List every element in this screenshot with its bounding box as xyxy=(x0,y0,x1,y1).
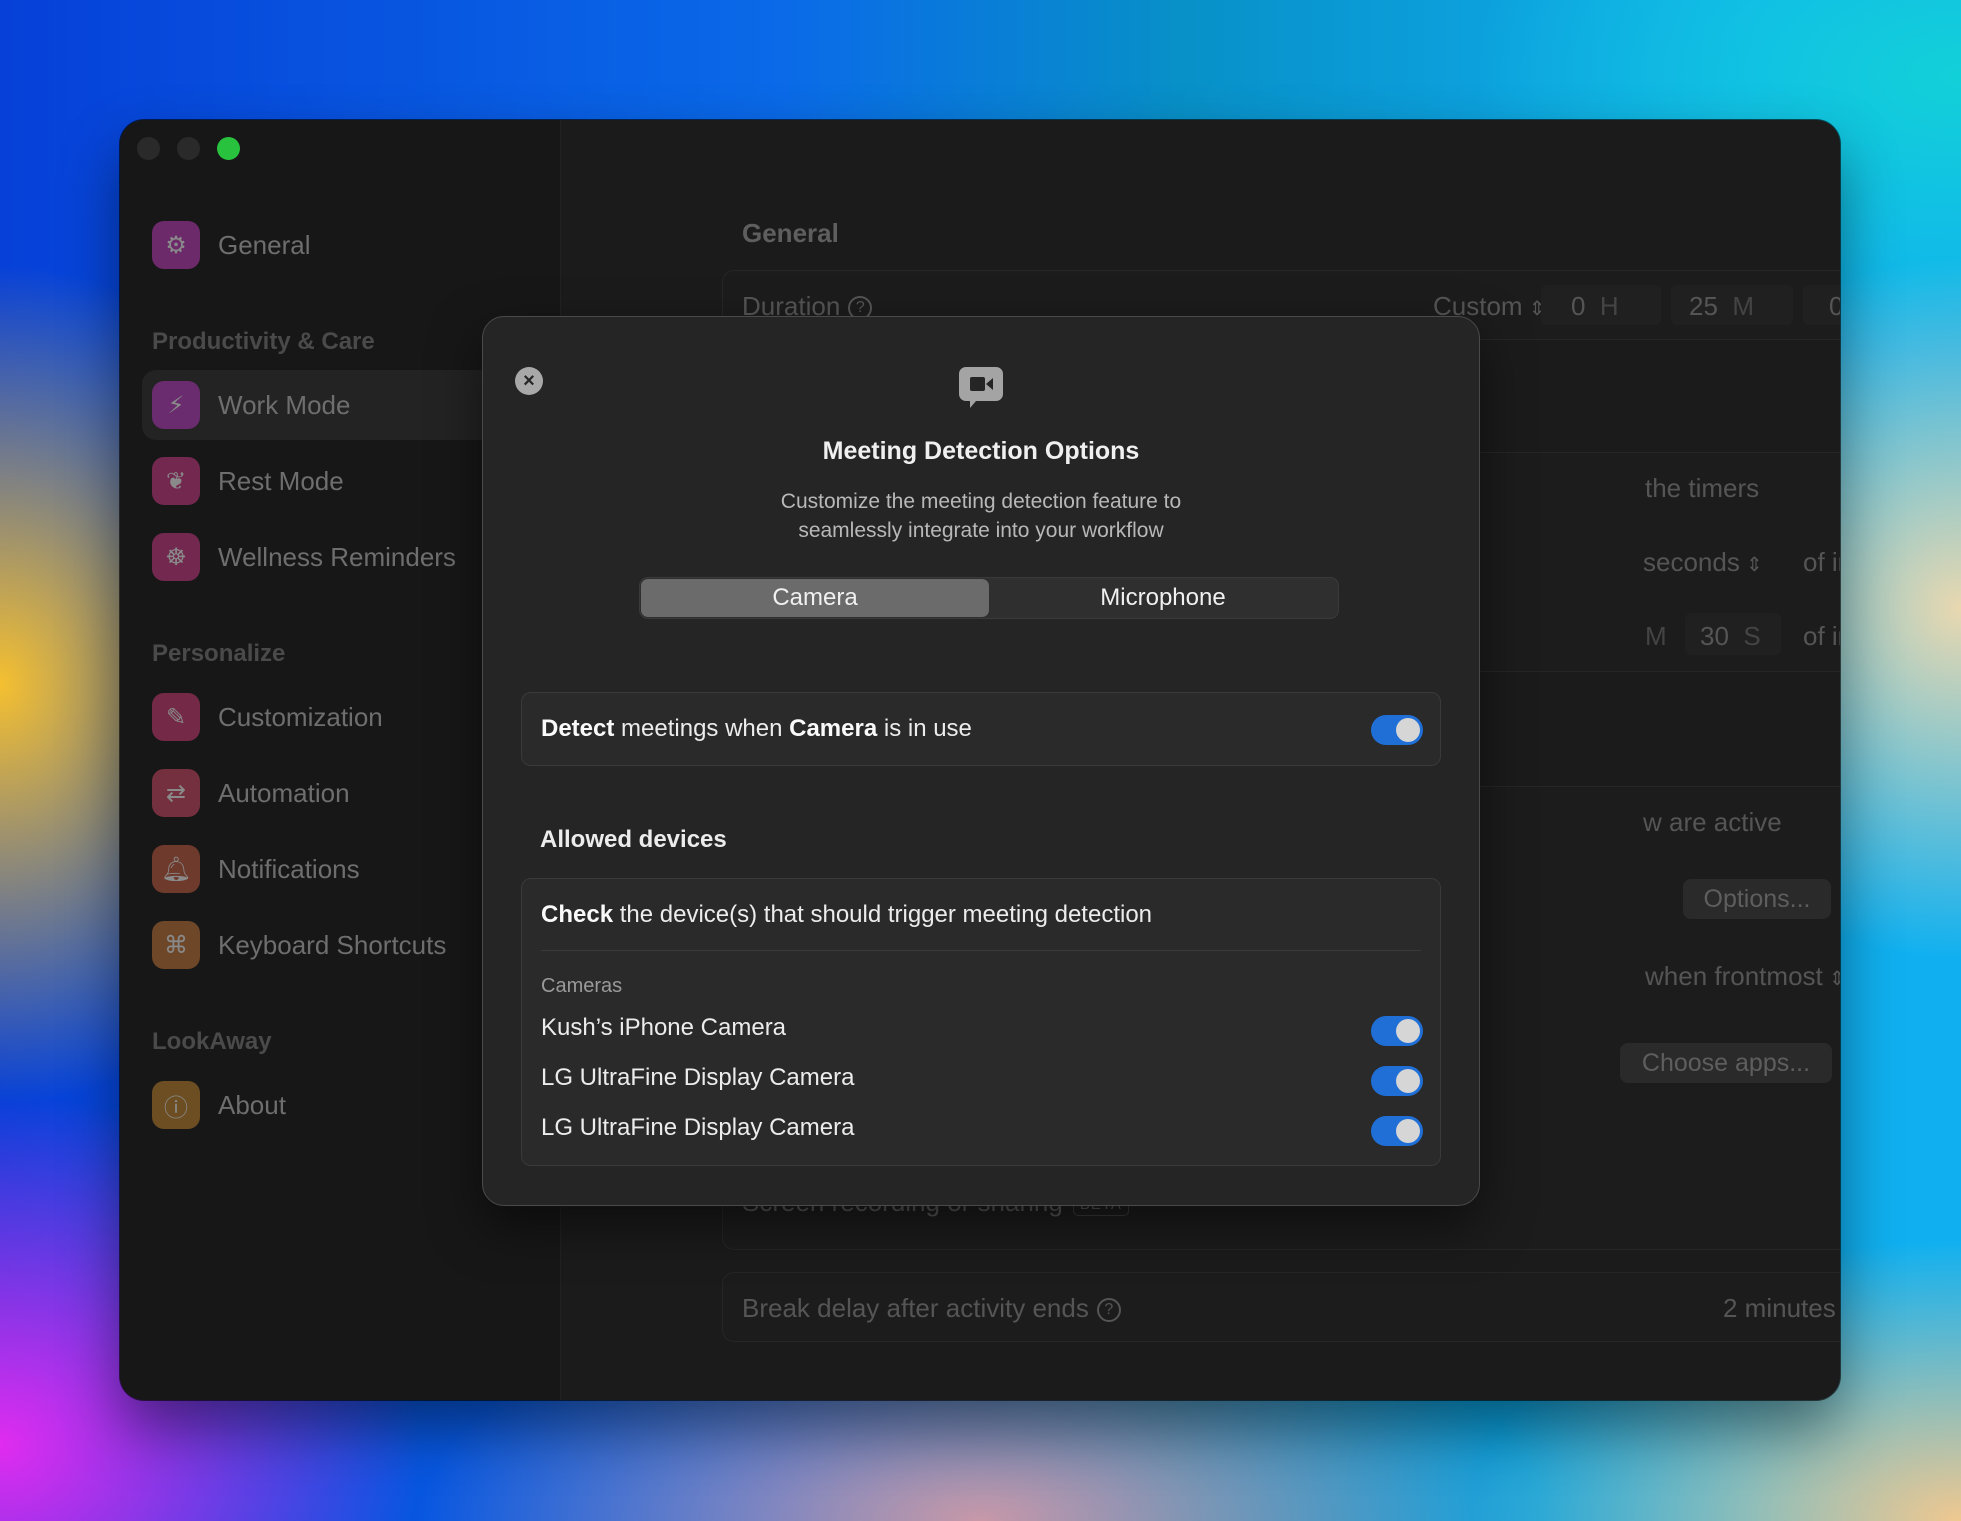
source-segmented-control: Camera Microphone xyxy=(639,577,1339,619)
allowed-devices-card: Check the device(s) that should trigger … xyxy=(521,878,1441,1166)
device-toggle[interactable] xyxy=(1371,1066,1423,1096)
paintbrush-icon: ✎ xyxy=(152,693,200,741)
stepper-icon: ⇕ xyxy=(1745,554,1763,576)
tab-microphone[interactable]: Microphone xyxy=(989,579,1337,617)
help-icon[interactable]: ? xyxy=(1096,1298,1121,1323)
detect-camera-toggle[interactable] xyxy=(1371,715,1423,745)
repeat-icon: ⇄ xyxy=(152,769,200,817)
window-zoom-button[interactable] xyxy=(217,137,240,160)
device-name: Kush’s iPhone Camera xyxy=(541,1014,787,1041)
cameras-group-label: Cameras xyxy=(541,975,623,997)
window-minimize-button[interactable] xyxy=(177,137,200,160)
sidebar-section-header: Personalize xyxy=(152,640,286,667)
tab-camera[interactable]: Camera xyxy=(641,579,989,617)
allowed-devices-title: Allowed devices xyxy=(540,826,727,853)
leaf-icon: ❦ xyxy=(152,457,200,505)
device-toggle[interactable] xyxy=(1371,1016,1423,1046)
device-name: LG UltraFine Display Camera xyxy=(541,1064,855,1091)
video-chat-icon xyxy=(959,367,1003,408)
bolt-icon: ⚡ xyxy=(152,381,200,429)
choose-apps-button[interactable]: Choose apps... xyxy=(1620,1043,1832,1083)
dialog-title: Meeting Detection Options xyxy=(822,437,1140,465)
info-icon: ⓘ xyxy=(152,1081,200,1129)
meeting-detection-dialog: × Meeting Detection Options Customize th… xyxy=(482,316,1480,1206)
close-icon[interactable]: × xyxy=(515,367,543,395)
sidebar-section-header: Productivity & Care xyxy=(152,328,375,355)
device-toggle[interactable] xyxy=(1371,1116,1423,1146)
detect-camera-card: Detect meetings when Camera is in use xyxy=(521,692,1441,766)
break-delay-card: Break delay after activity ends? 2 minut… xyxy=(722,1272,1840,1342)
sidebar-section-header: LookAway xyxy=(152,1028,272,1055)
bell-icon: 🔔︎ xyxy=(152,845,200,893)
window-close-button[interactable] xyxy=(137,137,160,160)
options-button[interactable]: Options... xyxy=(1683,879,1831,919)
break-delay-select[interactable]: 2 minutes⇕ xyxy=(1723,1293,1840,1324)
section-title: General xyxy=(742,218,839,248)
stepper-icon: ⇕ xyxy=(1828,968,1840,990)
meditation-icon: ☸ xyxy=(152,533,200,581)
check-instruction: Check the device(s) that should trigger … xyxy=(541,901,1153,928)
command-icon: ⌘ xyxy=(152,921,200,969)
gear-icon: ⚙ xyxy=(152,221,200,269)
dialog-subtitle: Customize the meeting detection feature … xyxy=(780,490,1182,542)
device-name: LG UltraFine Display Camera xyxy=(541,1114,855,1141)
break-delay-label: Break delay after activity ends xyxy=(742,1293,1089,1323)
detect-camera-label: Detect meetings when Camera is in use xyxy=(541,715,972,742)
divider xyxy=(541,950,1421,951)
sidebar-item-general[interactable]: ⚙ General xyxy=(142,210,562,280)
